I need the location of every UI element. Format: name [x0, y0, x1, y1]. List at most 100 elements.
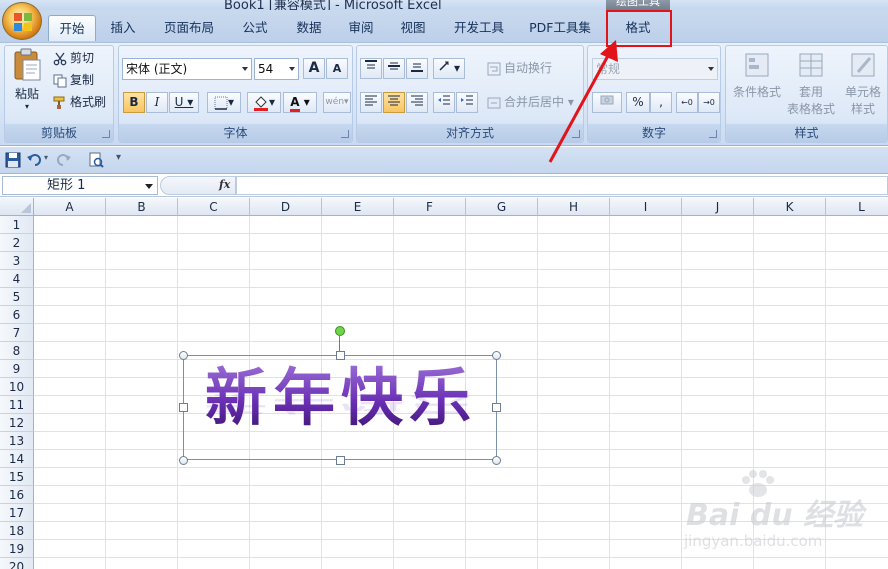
row-header[interactable]: 16	[0, 486, 34, 504]
row-header[interactable]: 2	[0, 234, 34, 252]
window-title: Book1 [兼容模式] - Microsoft Excel	[224, 0, 442, 10]
align-middle-button[interactable]	[383, 58, 405, 79]
row-header[interactable]: 17	[0, 504, 34, 522]
formula-input[interactable]	[236, 176, 888, 195]
resize-handle-bottom[interactable]	[336, 456, 345, 465]
watermark-url: jingyan.baidu.com	[684, 532, 823, 550]
undo-icon[interactable]	[26, 152, 42, 168]
save-icon[interactable]	[5, 152, 21, 168]
row-header[interactable]: 7	[0, 324, 34, 342]
resize-handle-top-right[interactable]	[492, 351, 501, 360]
align-top-button[interactable]	[360, 58, 382, 79]
paste-button[interactable]: 粘贴 ▾	[7, 48, 47, 111]
tab-data[interactable]: 数据	[286, 15, 332, 41]
align-right-button[interactable]	[406, 92, 428, 113]
column-header[interactable]: K	[754, 198, 826, 216]
print-preview-icon[interactable]	[88, 152, 104, 168]
increase-decimal-button[interactable]: ←0	[676, 92, 698, 113]
orientation-button[interactable]: ▾	[433, 58, 465, 79]
row-header[interactable]: 3	[0, 252, 34, 270]
rotate-handle[interactable]	[335, 326, 345, 336]
name-box[interactable]: 矩形 1	[2, 176, 158, 195]
customize-qat-icon[interactable]: ▾	[116, 152, 121, 163]
row-header[interactable]: 13	[0, 432, 34, 450]
row-header[interactable]: 14	[0, 450, 34, 468]
underline-label: U	[174, 95, 184, 109]
copy-button[interactable]: 复制	[53, 70, 94, 90]
tab-home[interactable]: 开始	[48, 15, 96, 41]
decrease-decimal-button[interactable]: →0	[698, 92, 720, 113]
redo-icon[interactable]	[56, 152, 72, 168]
format-painter-button[interactable]: 格式刷	[53, 92, 106, 112]
resize-handle-bottom-left[interactable]	[179, 456, 188, 465]
bold-button[interactable]: B	[123, 92, 145, 113]
column-header[interactable]: C	[178, 198, 250, 216]
font-launcher-icon[interactable]	[341, 130, 349, 138]
decrease-indent-button[interactable]	[433, 92, 455, 113]
grow-font-button[interactable]: A	[303, 58, 325, 79]
row-header[interactable]: 15	[0, 468, 34, 486]
row-header[interactable]: 20	[0, 558, 34, 569]
tab-review[interactable]: 审阅	[338, 15, 384, 41]
conditional-formatting-button[interactable]: 条件格式	[730, 50, 784, 100]
row-header[interactable]: 9	[0, 360, 34, 378]
row-header[interactable]: 11	[0, 396, 34, 414]
align-center-button[interactable]	[383, 92, 405, 113]
phonetic-button[interactable]: wén▾	[323, 92, 351, 113]
resize-handle-left[interactable]	[179, 403, 188, 412]
row-header[interactable]: 18	[0, 522, 34, 540]
tab-insert[interactable]: 插入	[100, 15, 146, 41]
cut-button[interactable]: 剪切	[53, 48, 94, 68]
borders-button[interactable]: ▾	[207, 92, 241, 113]
row-header[interactable]: 1	[0, 216, 34, 234]
row-header[interactable]: 8	[0, 342, 34, 360]
format-as-table-button[interactable]: 套用 表格格式	[786, 50, 836, 117]
row-header[interactable]: 10	[0, 378, 34, 396]
column-header[interactable]: G	[466, 198, 538, 216]
font-name-select[interactable]: 宋体 (正文)	[122, 58, 252, 80]
align-left-button[interactable]	[360, 92, 382, 113]
number-launcher-icon[interactable]	[709, 130, 717, 138]
shrink-font-button[interactable]: A	[326, 58, 348, 79]
underline-button[interactable]: U ▾	[169, 92, 199, 113]
row-header[interactable]: 12	[0, 414, 34, 432]
fill-color-button[interactable]: ▾	[247, 92, 281, 113]
column-header[interactable]: B	[106, 198, 178, 216]
row-header[interactable]: 4	[0, 270, 34, 288]
ribbon-tabs: 开始 插入 页面布局 公式 数据 审阅 视图 开发工具 PDF工具集 格式	[0, 10, 888, 42]
column-header[interactable]: D	[250, 198, 322, 216]
row-header[interactable]: 6	[0, 306, 34, 324]
cell-styles-button[interactable]: 单元格 样式	[838, 50, 888, 117]
row-header[interactable]: 19	[0, 540, 34, 558]
office-button[interactable]	[2, 2, 42, 40]
font-size-select[interactable]: 54	[254, 58, 299, 80]
align-bottom-button[interactable]	[406, 58, 428, 79]
undo-dropdown-icon[interactable]: ▾	[44, 153, 48, 162]
row-header[interactable]: 5	[0, 288, 34, 306]
column-header[interactable]: J	[682, 198, 754, 216]
tab-page-layout[interactable]: 页面布局	[156, 15, 222, 41]
phonetic-label: wén	[325, 97, 345, 107]
column-header[interactable]: E	[322, 198, 394, 216]
italic-button[interactable]: I	[146, 92, 168, 113]
resize-handle-top[interactable]	[336, 351, 345, 360]
tab-developer[interactable]: 开发工具	[446, 15, 512, 41]
comma-button[interactable]: ,	[650, 92, 672, 113]
select-all-corner[interactable]	[0, 198, 34, 216]
italic-label: I	[154, 95, 160, 109]
resize-handle-bottom-right[interactable]	[492, 456, 501, 465]
column-header[interactable]: A	[34, 198, 106, 216]
column-header[interactable]: L	[826, 198, 888, 216]
column-header[interactable]: F	[394, 198, 466, 216]
font-color-button[interactable]: A ▾	[283, 92, 317, 113]
resize-handle-top-left[interactable]	[179, 351, 188, 360]
tab-view[interactable]: 视图	[390, 15, 436, 41]
increase-indent-button[interactable]	[456, 92, 478, 113]
text-shape[interactable]: 新年快乐 新年快乐	[183, 355, 497, 460]
tab-formulas[interactable]: 公式	[232, 15, 278, 41]
column-header[interactable]: H	[538, 198, 610, 216]
resize-handle-right[interactable]	[492, 403, 501, 412]
function-icon[interactable]: fx	[219, 178, 230, 191]
column-header[interactable]: I	[610, 198, 682, 216]
clipboard-launcher-icon[interactable]	[102, 130, 110, 138]
